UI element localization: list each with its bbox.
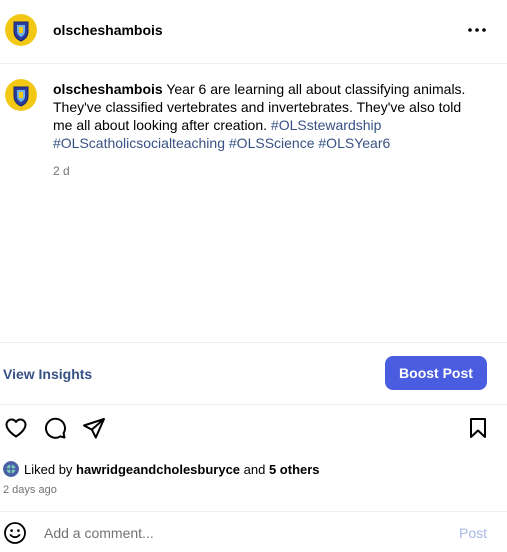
comment-bar: Post — [0, 511, 507, 552]
share-button[interactable] — [80, 414, 108, 442]
comment-button[interactable] — [41, 414, 69, 442]
bookmark-icon — [470, 418, 486, 438]
post-age[interactable]: 2 d — [53, 164, 70, 178]
liked-by-prefix: Liked by — [24, 461, 77, 477]
share-icon — [83, 418, 105, 439]
post-date: 2 days ago — [3, 484, 57, 496]
hashtag-link[interactable]: #OLSstewardship — [271, 117, 382, 133]
emoji-button[interactable] — [3, 521, 27, 545]
like-button[interactable] — [2, 414, 30, 442]
caption-username[interactable]: olscheshambois — [53, 81, 163, 97]
liker-username[interactable]: hawridgeandcholesburyce — [76, 462, 240, 477]
hashtag-link[interactable]: #OLScatholicsocialteaching — [53, 135, 225, 151]
comment-icon — [44, 417, 66, 439]
boost-post-button[interactable]: Boost Post — [385, 356, 487, 390]
post-username[interactable]: olscheshambois — [53, 22, 163, 38]
hashtag-link[interactable]: #OLSYear6 — [318, 135, 390, 151]
post-caption: olscheshambois Year 6 are learning all a… — [53, 80, 483, 152]
heart-icon — [5, 418, 27, 438]
comment-input[interactable] — [44, 522, 424, 544]
profile-avatar[interactable] — [5, 14, 37, 46]
school-crest-icon — [5, 79, 37, 111]
school-crest-icon — [5, 14, 37, 46]
hashtag-link[interactable]: #OLSScience — [229, 135, 315, 151]
liker-avatar-icon — [3, 461, 19, 477]
view-insights-link[interactable]: View Insights — [3, 366, 92, 382]
liked-by: Liked by hawridgeandcholesburyce and 5 o… — [3, 460, 320, 478]
more-options-button[interactable] — [465, 18, 489, 42]
liked-by-middle: and — [240, 461, 269, 477]
smiley-icon — [4, 522, 26, 544]
more-horizontal-icon — [468, 28, 486, 32]
others-count-link[interactable]: 5 others — [269, 462, 320, 477]
post-comment-button[interactable]: Post — [459, 525, 487, 541]
caption-avatar[interactable] — [5, 79, 37, 111]
liker-avatar[interactable] — [3, 461, 19, 477]
save-button[interactable] — [464, 414, 492, 442]
post-header: olscheshambois — [0, 0, 507, 64]
